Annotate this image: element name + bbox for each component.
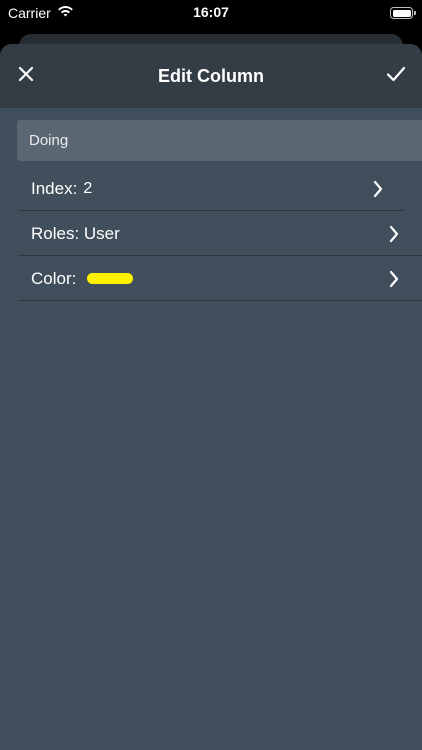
color-swatch bbox=[87, 273, 134, 284]
navigation-bar: Edit Column bbox=[0, 44, 422, 108]
edit-column-sheet: Edit Column Doing Index: 2 Roles: User C… bbox=[0, 44, 422, 750]
chevron-right-icon bbox=[389, 225, 399, 243]
status-bar: Carrier 16:07 bbox=[0, 0, 422, 26]
color-label-group: Color: bbox=[18, 268, 134, 289]
chevron-right-icon bbox=[389, 270, 399, 288]
column-name-input[interactable]: Doing bbox=[17, 120, 422, 161]
index-row[interactable]: Index: 2 bbox=[18, 167, 405, 211]
color-row[interactable]: Color: bbox=[18, 257, 422, 301]
column-name-value: Doing bbox=[29, 132, 69, 149]
index-label: Index: bbox=[31, 178, 78, 198]
index-label-group: Index: 2 bbox=[18, 179, 92, 199]
app-screen: Carrier 16:07 Edit Column Doing Index: 2… bbox=[0, 0, 422, 750]
color-label: Color: bbox=[31, 268, 77, 288]
roles-row[interactable]: Roles: User bbox=[18, 212, 422, 256]
battery-icon bbox=[390, 7, 416, 19]
index-value: 2 bbox=[83, 179, 93, 197]
battery-fill bbox=[392, 9, 411, 17]
roles-label: Roles: User bbox=[31, 223, 120, 243]
page-title: Edit Column bbox=[158, 66, 264, 86]
chevron-right-icon bbox=[373, 180, 383, 198]
status-time: 16:07 bbox=[193, 4, 229, 20]
